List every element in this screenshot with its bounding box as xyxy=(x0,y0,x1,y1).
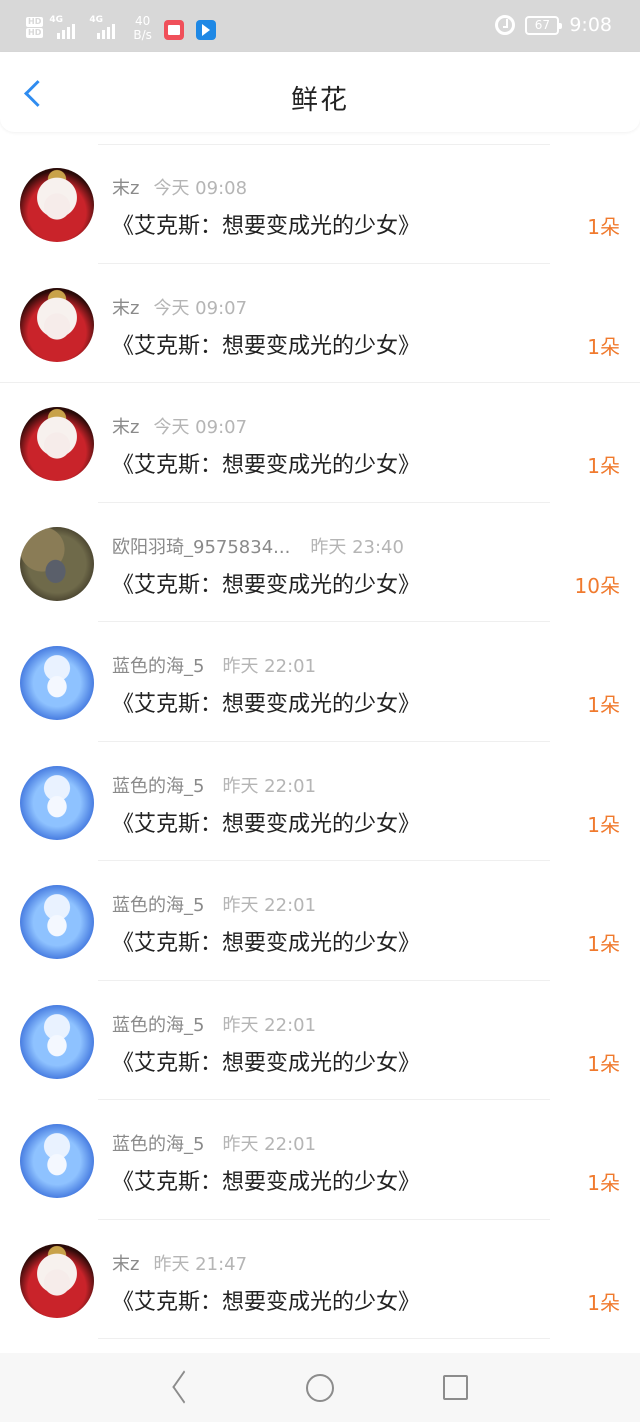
work-title[interactable]: 《艾克斯：想要变成光的少女》 xyxy=(112,447,420,479)
item-meta: 蓝色的海_5 昨天 22:01 xyxy=(112,772,316,798)
circle-home-icon[interactable] xyxy=(306,1374,334,1402)
work-title[interactable]: 《艾克斯：想要变成光的少女》 xyxy=(112,806,420,838)
flower-count: 1朵 xyxy=(587,812,620,837)
username[interactable]: 蓝色的海_5 xyxy=(112,895,204,916)
network-speed-unit: B/s xyxy=(133,28,152,42)
book-app-icon xyxy=(163,20,184,40)
list-item[interactable]: 欧阳羽琦_9575834... 昨天 23:40 《艾克斯：想要变成光的少女》 1… xyxy=(0,503,640,622)
flower-count: 1朵 xyxy=(587,693,620,717)
username[interactable]: 末z xyxy=(112,178,139,199)
item-meta: 蓝色的海_5 昨天 22:01 xyxy=(112,652,316,678)
network-indicators: HD HD 4G 4G 40 B/s xyxy=(26,14,216,42)
item-meta: 欧阳羽琦_9575834... 昨天 23:40 xyxy=(112,533,404,559)
item-meta: 末z 今天 09:07 xyxy=(112,413,247,439)
timestamp: 昨天 22:01 xyxy=(222,656,317,677)
flower-count: 1朵 xyxy=(587,1171,620,1195)
list-item[interactable]: 末z 昨天 21:47 《艾克斯：想要变成光的少女》 1朵 xyxy=(0,1220,640,1339)
work-title[interactable]: 《艾克斯：想要变成光的少女》 xyxy=(112,686,420,718)
username[interactable]: 蓝色的海_5 xyxy=(112,1015,204,1036)
item-meta: 蓝色的海_5 昨天 22:01 xyxy=(112,1130,316,1156)
timestamp: 昨天 22:01 xyxy=(222,895,317,916)
list-item[interactable]: 蓝色的海_5 昨天 22:01 《艾克斯：想要变成光的少女》 1朵 xyxy=(0,981,640,1100)
work-title[interactable]: 《艾克斯：想要变成光的少女》 xyxy=(112,328,420,360)
network-speed: 40 B/s xyxy=(133,14,152,42)
flower-count: 1朵 xyxy=(587,215,620,239)
flower-count: 1朵 xyxy=(587,334,620,359)
username[interactable]: 蓝色的海_5 xyxy=(112,776,204,797)
alarm-clock-icon xyxy=(495,15,516,35)
system-nav-bar xyxy=(0,1353,640,1422)
work-title[interactable]: 《艾克斯：想要变成光的少女》 xyxy=(112,1045,420,1077)
avatar[interactable] xyxy=(20,1004,94,1079)
status-bar: HD HD 4G 4G 40 B/s 67 9:08 xyxy=(0,0,640,52)
avatar[interactable] xyxy=(20,765,94,840)
status-time: 9:08 xyxy=(569,14,612,36)
timestamp: 今天 09:07 xyxy=(153,297,248,319)
timestamp: 今天 09:08 xyxy=(153,178,248,199)
username[interactable]: 末z xyxy=(112,298,139,319)
signal-icon-2: 4G xyxy=(89,15,123,41)
page-title: 鲜花 xyxy=(291,85,349,116)
list-item[interactable]: 末z 今天 09:07 《艾克斯：想要变成光的少女》 1朵 xyxy=(0,383,640,503)
flower-count: 1朵 xyxy=(587,1051,620,1076)
hd-label-2: HD xyxy=(26,28,44,38)
work-title[interactable]: 《艾克斯：想要变成光的少女》 xyxy=(112,1284,420,1316)
hd-icon: HD HD xyxy=(26,17,44,39)
list-item[interactable]: 末z 今天 09:08 《艾克斯：想要变成光的少女》 1朵 xyxy=(0,144,640,264)
header: 鲜花 xyxy=(0,52,640,132)
triangle-back-icon[interactable] xyxy=(170,1373,196,1401)
avatar[interactable] xyxy=(20,407,94,481)
list-item[interactable]: 蓝色的海_5 昨天 22:01 《艾克斯：想要变成光的少女》 1朵 xyxy=(0,1100,640,1220)
work-title[interactable]: 《艾克斯：想要变成光的少女》 xyxy=(112,208,420,240)
work-title[interactable]: 《艾克斯：想要变成光的少女》 xyxy=(112,925,420,957)
list-item[interactable]: 蓝色的海_5 昨天 22:01 《艾克斯：想要变成光的少女》 1朵 xyxy=(0,742,640,861)
avatar[interactable] xyxy=(20,287,94,362)
list-item[interactable]: 末z 今天 09:07 《艾克斯：想要变成光的少女》 1朵 xyxy=(0,264,640,383)
hd-label-1: HD xyxy=(26,17,44,27)
square-recents-icon[interactable] xyxy=(443,1375,468,1400)
work-title[interactable]: 《艾克斯：想要变成光的少女》 xyxy=(112,567,420,599)
username[interactable]: 欧阳羽琦_9575834... xyxy=(112,537,290,558)
flower-count: 10朵 xyxy=(574,573,620,598)
username[interactable]: 末z xyxy=(112,417,139,438)
timestamp: 昨天 21:47 xyxy=(153,1253,248,1275)
flower-count: 1朵 xyxy=(587,1290,620,1315)
flower-count: 1朵 xyxy=(587,454,620,478)
avatar[interactable] xyxy=(20,1243,94,1318)
timestamp: 昨天 22:01 xyxy=(222,1014,317,1036)
flower-list: 末z 今天 09:08 《艾克斯：想要变成光的少女》 1朵 末z 今天 09:07 … xyxy=(0,144,640,1339)
item-meta: 蓝色的海_5 昨天 22:01 xyxy=(112,1011,316,1037)
work-title[interactable]: 《艾克斯：想要变成光的少女》 xyxy=(112,1164,420,1196)
signal-icon-1: 4G xyxy=(49,15,83,41)
item-meta: 末z 今天 09:07 xyxy=(112,294,247,320)
item-meta: 蓝色的海_5 昨天 22:01 xyxy=(112,891,316,917)
username[interactable]: 蓝色的海_5 xyxy=(112,1134,204,1155)
avatar[interactable] xyxy=(20,1124,94,1198)
network-speed-value: 40 xyxy=(134,14,151,28)
timestamp: 昨天 23:40 xyxy=(310,536,404,558)
avatar[interactable] xyxy=(20,526,94,601)
list-item[interactable]: 蓝色的海_5 昨天 22:01 《艾克斯：想要变成光的少女》 1朵 xyxy=(0,861,640,981)
timestamp: 今天 09:07 xyxy=(153,417,248,438)
list-item[interactable]: 蓝色的海_5 昨天 22:01 《艾克斯：想要变成光的少女》 1朵 xyxy=(0,622,640,742)
battery-icon: 67 xyxy=(525,15,563,35)
item-meta: 末z 今天 09:08 xyxy=(112,174,247,200)
messenger-app-icon xyxy=(195,20,216,40)
avatar[interactable] xyxy=(20,168,94,242)
username[interactable]: 末z xyxy=(112,1254,139,1275)
avatar[interactable] xyxy=(20,646,94,720)
battery-level: 67 xyxy=(534,18,550,32)
status-right: 67 9:08 xyxy=(495,14,612,36)
timestamp: 昨天 22:01 xyxy=(222,1134,317,1155)
item-meta: 末z 昨天 21:47 xyxy=(112,1250,247,1276)
username[interactable]: 蓝色的海_5 xyxy=(112,656,204,677)
flower-count: 1朵 xyxy=(587,932,620,956)
divider xyxy=(98,1338,550,1339)
timestamp: 昨天 22:01 xyxy=(222,775,317,797)
page: HD HD 4G 4G 40 B/s 67 9:08 鲜花 末z 今天 09:0… xyxy=(0,0,640,1422)
avatar[interactable] xyxy=(20,885,94,959)
